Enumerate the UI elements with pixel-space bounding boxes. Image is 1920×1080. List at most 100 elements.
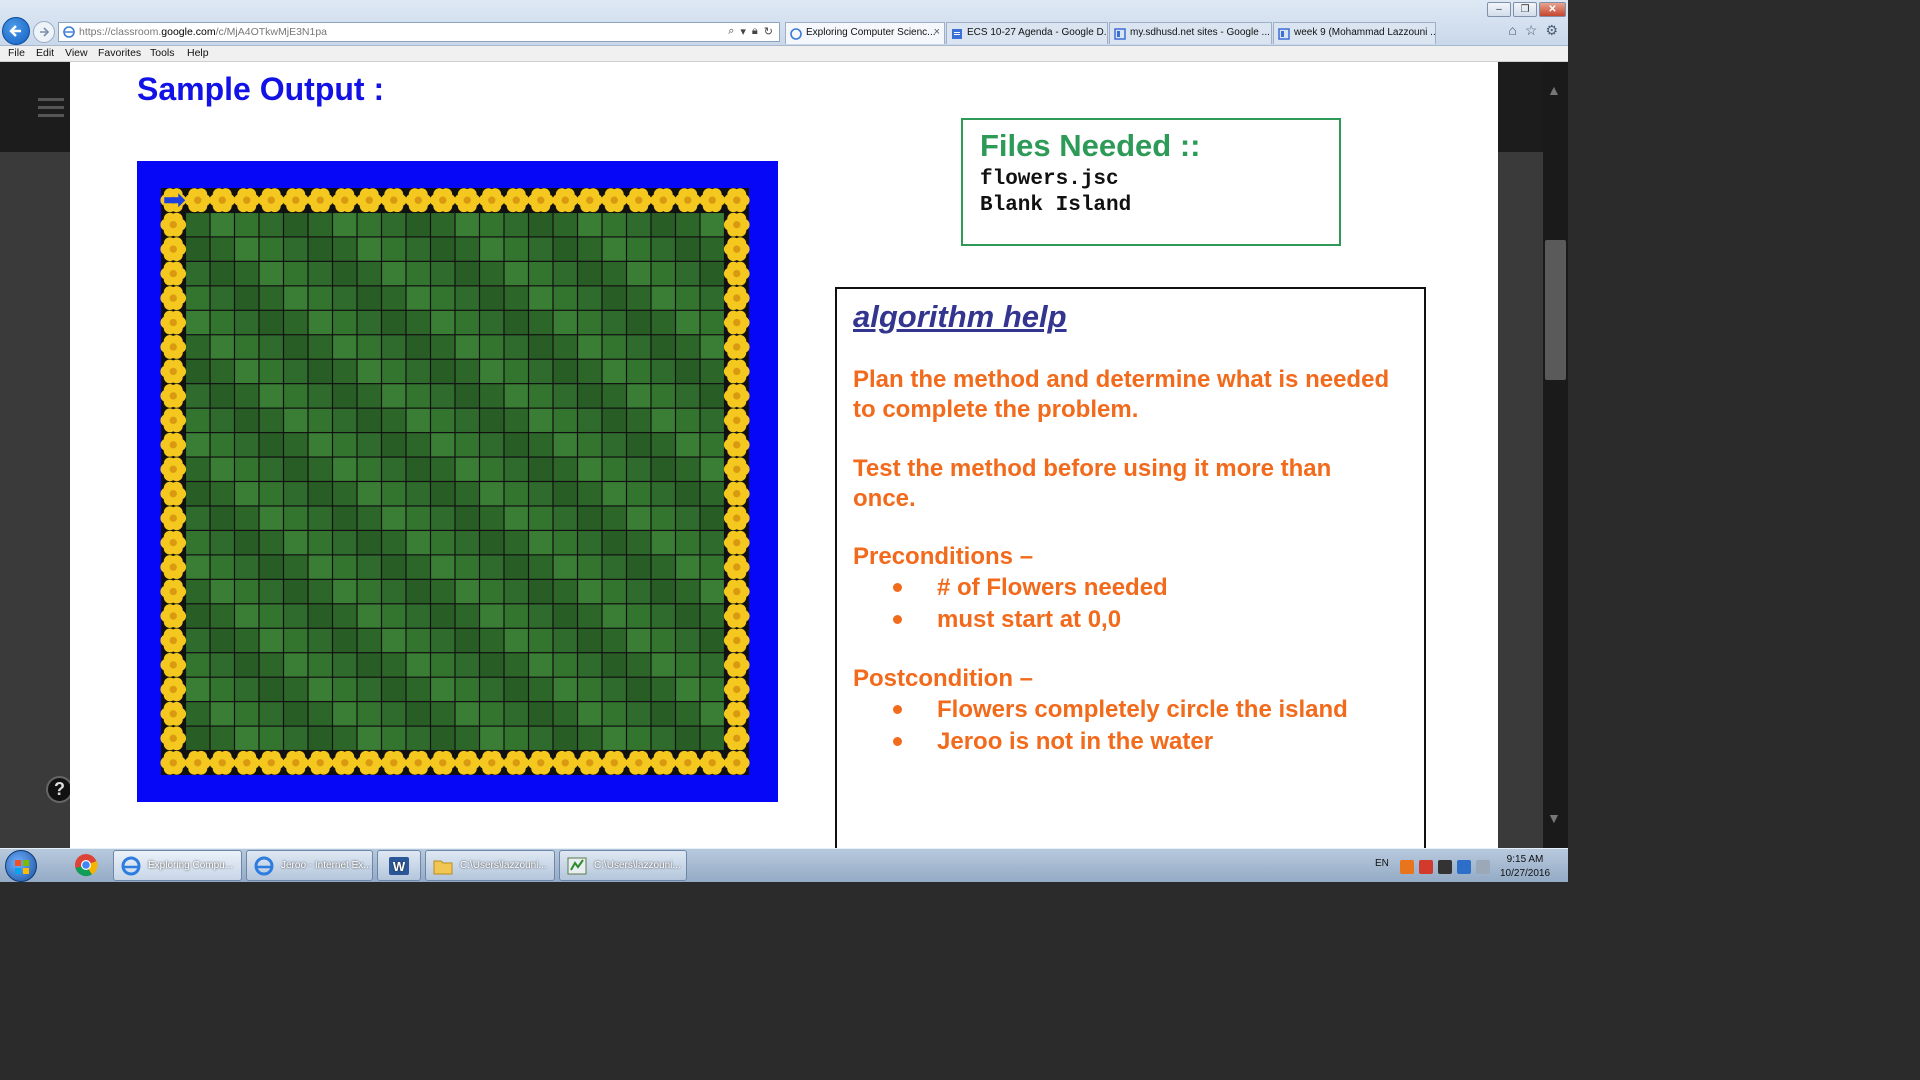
grass-tile xyxy=(308,359,332,384)
grass-tile xyxy=(578,237,602,261)
address-bar[interactable]: https://classroom.google.com/c/MjA4OTkwM… xyxy=(58,22,780,42)
grass-tile xyxy=(627,359,651,384)
home-icon[interactable]: ⌂ xyxy=(1508,22,1516,39)
taskbar-word[interactable]: W xyxy=(377,850,421,881)
hamburger-menu-icon[interactable] xyxy=(38,98,64,117)
grass-tile xyxy=(700,531,724,555)
grass-tile xyxy=(578,653,602,677)
menu-view[interactable]: View xyxy=(65,47,88,59)
grass-tile xyxy=(627,702,651,726)
grass-tile xyxy=(480,579,504,604)
grass-tile xyxy=(333,359,357,384)
network-icon[interactable] xyxy=(1457,860,1471,874)
grass-tile xyxy=(700,408,724,432)
algorithm-paragraph: Plan the method and determine what is ne… xyxy=(853,366,1390,423)
forward-button[interactable] xyxy=(33,21,55,43)
grass-tile xyxy=(235,457,259,481)
grass-tile xyxy=(480,359,504,384)
close-window-button[interactable]: ✕ xyxy=(1539,2,1566,17)
grass-tile xyxy=(651,604,675,628)
tab-exploring-computer-science[interactable]: Exploring Computer Scienc... × xyxy=(785,22,945,44)
start-button[interactable] xyxy=(5,850,37,882)
grass-tile xyxy=(333,555,357,579)
grass-tile xyxy=(357,359,381,384)
minimize-button[interactable]: – xyxy=(1487,2,1511,17)
close-tab-icon[interactable]: × xyxy=(934,26,940,38)
grass-tile xyxy=(382,433,406,457)
clock-date: 10/27/2016 xyxy=(1500,868,1551,879)
grass-tile xyxy=(676,359,700,384)
grass-tile xyxy=(455,628,479,653)
grass-tile xyxy=(357,628,381,653)
ie-page-icon xyxy=(790,28,802,40)
scrollbar-thumb[interactable] xyxy=(1545,240,1566,380)
grass-tile xyxy=(480,531,504,555)
grass-tile xyxy=(504,555,528,579)
menu-favorites[interactable]: Favorites xyxy=(98,47,141,59)
tray-app-icon[interactable] xyxy=(1419,860,1433,874)
menu-edit[interactable]: Edit xyxy=(36,47,54,59)
grass-tile xyxy=(700,261,724,286)
grass-tile xyxy=(431,702,455,726)
grass-tile xyxy=(431,531,455,555)
tab-ecs-agenda[interactable]: ECS 10-27 Agenda - Google D... xyxy=(946,22,1108,44)
grass-tile xyxy=(627,604,651,628)
grass-tile xyxy=(235,384,259,408)
taskbar-jeroo-app[interactable]: C:\Users\lazzouni... xyxy=(559,850,687,881)
grass-tile xyxy=(651,237,675,261)
grass-tile xyxy=(553,702,577,726)
grass-tile xyxy=(627,237,651,261)
slide: Sample Output : Files Needed :: flowers.… xyxy=(70,62,1498,848)
grass-tile xyxy=(382,213,406,237)
grass-tile xyxy=(431,286,455,310)
grass-tile xyxy=(676,506,700,530)
tab-sdhusd-sites[interactable]: my.sdhusd.net sites - Google ... xyxy=(1109,22,1272,44)
refresh-icon[interactable]: ↻ xyxy=(764,25,773,38)
grass-tile xyxy=(259,531,283,555)
grass-tile xyxy=(357,579,381,604)
system-clock[interactable]: 9:15 AM 10/27/2016 xyxy=(1500,853,1550,881)
taskbar-folder[interactable]: C:\Users\lazzouni... xyxy=(425,850,555,881)
tray-app-icon[interactable] xyxy=(1438,860,1452,874)
grass-tile xyxy=(333,213,357,237)
grass-tile xyxy=(431,310,455,335)
scroll-up-icon[interactable]: ▲ xyxy=(1547,82,1561,98)
grass-tile xyxy=(406,653,430,677)
grass-tile xyxy=(186,213,210,237)
search-icon[interactable]: ⌕ xyxy=(728,25,734,38)
grass-tile xyxy=(235,359,259,384)
tray-app-icon[interactable] xyxy=(1400,860,1414,874)
grass-tile xyxy=(210,653,234,677)
favorites-star-icon[interactable]: ☆ xyxy=(1525,22,1538,39)
grass-tile xyxy=(259,237,283,261)
volume-icon[interactable] xyxy=(1476,860,1490,874)
tab-label: week 9 (Mohammad Lazzouni ... xyxy=(1294,27,1436,38)
gear-icon[interactable]: ⚙ xyxy=(1545,22,1558,39)
grass-tile xyxy=(676,286,700,310)
taskbar-ie-jeroo[interactable]: Jeroo - Internet Ex... xyxy=(246,850,373,881)
menu-help[interactable]: Help xyxy=(187,47,209,59)
grass-tile xyxy=(480,482,504,506)
menu-file[interactable]: File xyxy=(8,47,25,59)
grass-tile xyxy=(259,335,283,359)
grass-tile xyxy=(529,506,553,530)
grass-tile xyxy=(308,237,332,261)
help-button[interactable]: ? xyxy=(46,776,73,803)
taskbar-ie-exploring[interactable]: Exploring Compu... xyxy=(113,850,242,881)
chrome-taskbar-icon[interactable] xyxy=(72,851,100,879)
back-button[interactable] xyxy=(2,17,30,45)
restore-button[interactable]: ❐ xyxy=(1513,2,1537,17)
grass-tile xyxy=(480,457,504,481)
lock-icon[interactable]: 🔒︎ xyxy=(752,25,758,38)
tab-week-9[interactable]: week 9 (Mohammad Lazzouni ... xyxy=(1273,22,1436,44)
dropdown-arrow-icon[interactable]: ▾ xyxy=(740,25,746,38)
grass-tile xyxy=(676,604,700,628)
language-indicator[interactable]: EN xyxy=(1375,858,1389,869)
menu-tools[interactable]: Tools xyxy=(150,47,175,59)
grass-tile xyxy=(578,335,602,359)
grass-tile xyxy=(627,286,651,310)
vertical-scrollbar[interactable] xyxy=(1543,62,1568,848)
grass-tile xyxy=(578,286,602,310)
grass-tile xyxy=(259,555,283,579)
scroll-down-icon[interactable]: ▼ xyxy=(1547,810,1561,826)
